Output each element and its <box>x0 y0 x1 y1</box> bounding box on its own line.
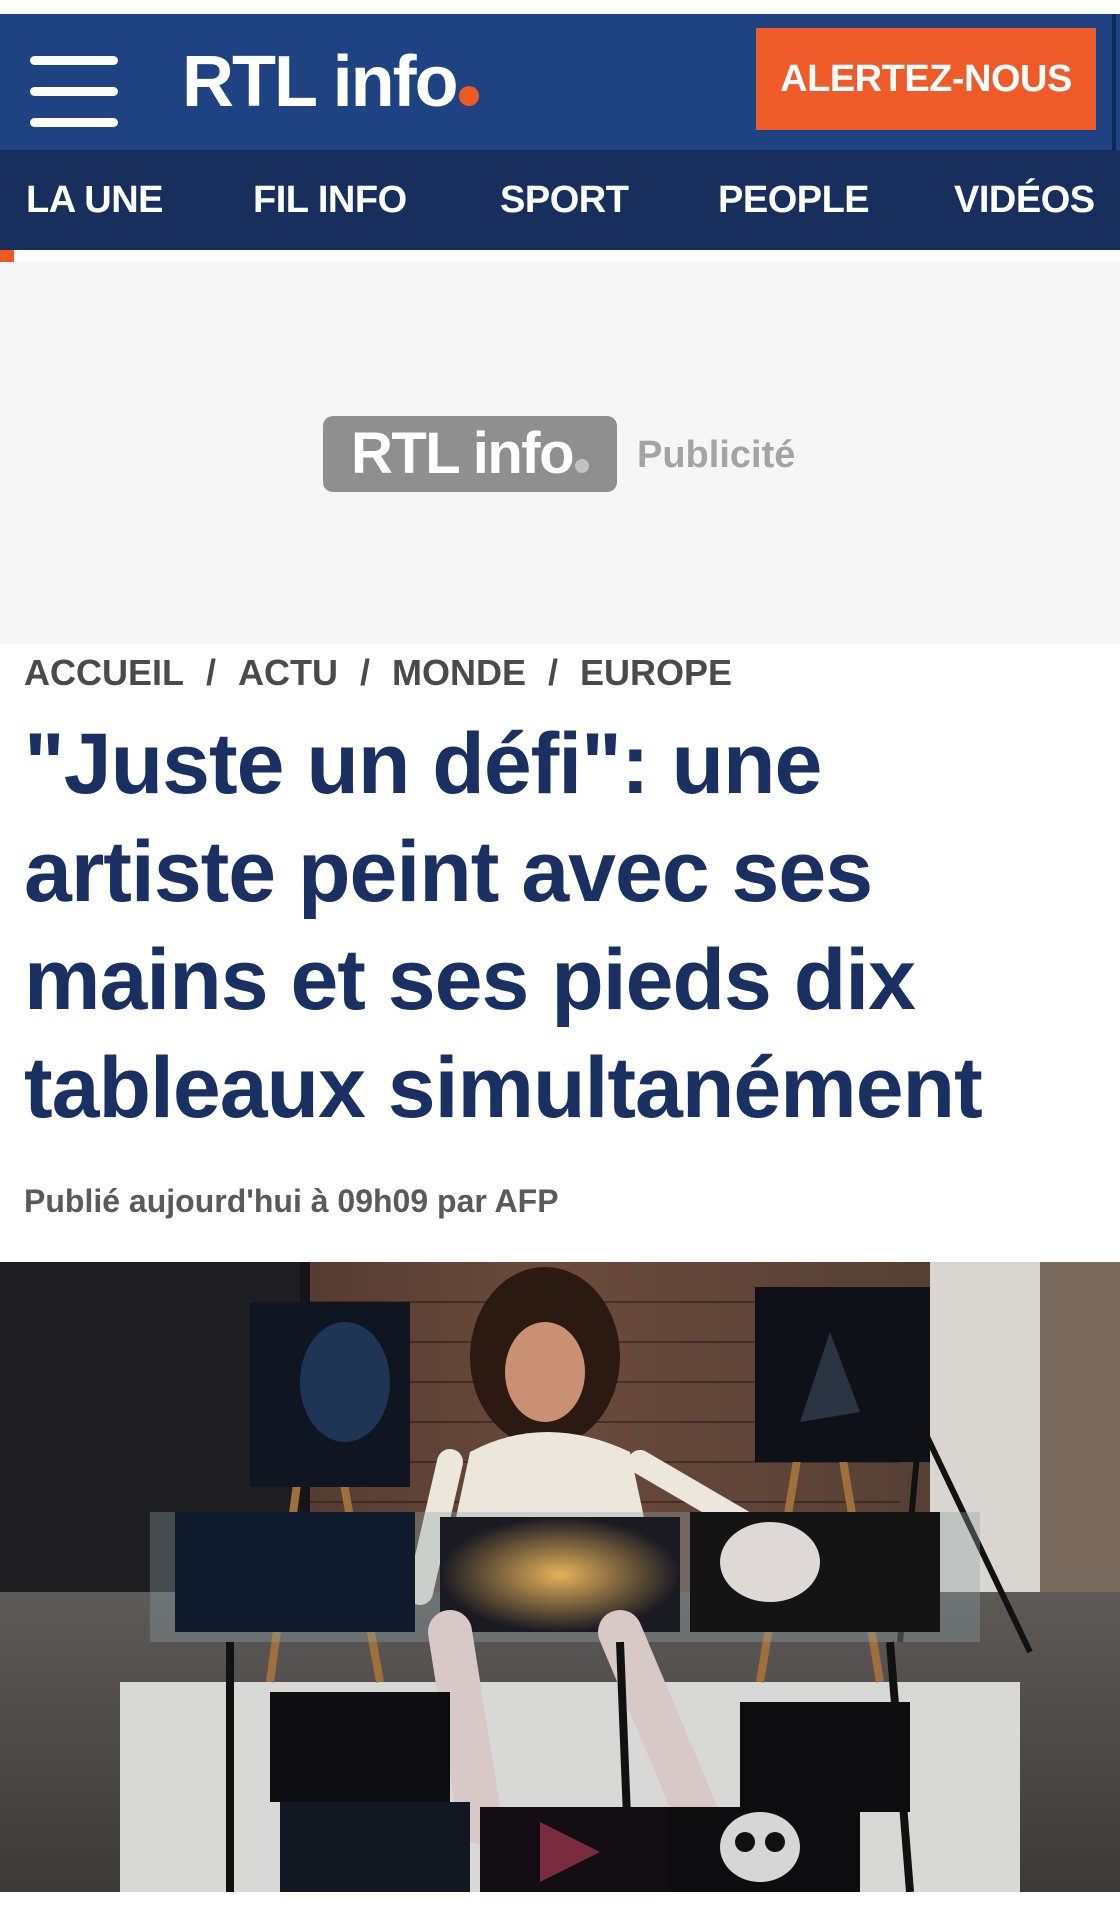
nav-item-videos[interactable]: VIDÉOS <box>954 150 1095 250</box>
scrollbar <box>1112 14 1116 154</box>
artist-painting-illustration <box>0 1262 1120 1892</box>
breadcrumb-separator: / <box>360 652 371 693</box>
breadcrumb-accueil[interactable]: ACCUEIL <box>24 652 184 693</box>
breadcrumb-europe[interactable]: EUROPE <box>580 652 732 693</box>
breadcrumb-monde[interactable]: MONDE <box>392 652 526 693</box>
top-header: RTL info ALERTEZ-NOUS <box>0 14 1120 150</box>
breadcrumb-separator: / <box>548 652 559 693</box>
logo-text: RTL info <box>182 42 459 122</box>
rtl-info-logo[interactable]: RTL info <box>182 42 479 122</box>
nav-item-people[interactable]: PEOPLE <box>718 150 870 250</box>
breadcrumb-separator: / <box>206 652 217 693</box>
ad-logo-text: RTL info <box>350 421 575 486</box>
breadcrumb-actu[interactable]: ACTU <box>238 652 338 693</box>
ad-logo: RTL info <box>323 416 617 492</box>
ad-placeholder[interactable]: RTL info Publicité <box>0 262 1120 644</box>
ad-label: Publicité <box>637 434 796 476</box>
article-photo[interactable] <box>0 1262 1120 1892</box>
article-title: "Juste un défi": une artiste peint avec … <box>24 716 983 1136</box>
alert-us-button[interactable]: ALERTEZ-NOUS <box>756 28 1096 130</box>
nav-item-fil-info[interactable]: FIL INFO <box>253 150 407 250</box>
breadcrumb: ACCUEIL / ACTU / MONDE / EUROPE <box>24 646 732 700</box>
active-nav-indicator <box>0 250 14 262</box>
article-meta: Publié aujourd'hui à 09h09 par AFP <box>24 1183 559 1219</box>
logo-dot <box>458 86 479 106</box>
nav-item-la-une[interactable]: LA UNE <box>26 150 164 250</box>
nav-item-sport[interactable]: SPORT <box>500 150 629 250</box>
menu-icon[interactable] <box>30 42 118 127</box>
main-nav: LA UNE FIL INFO SPORT PEOPLE VIDÉOS <box>0 150 1120 250</box>
